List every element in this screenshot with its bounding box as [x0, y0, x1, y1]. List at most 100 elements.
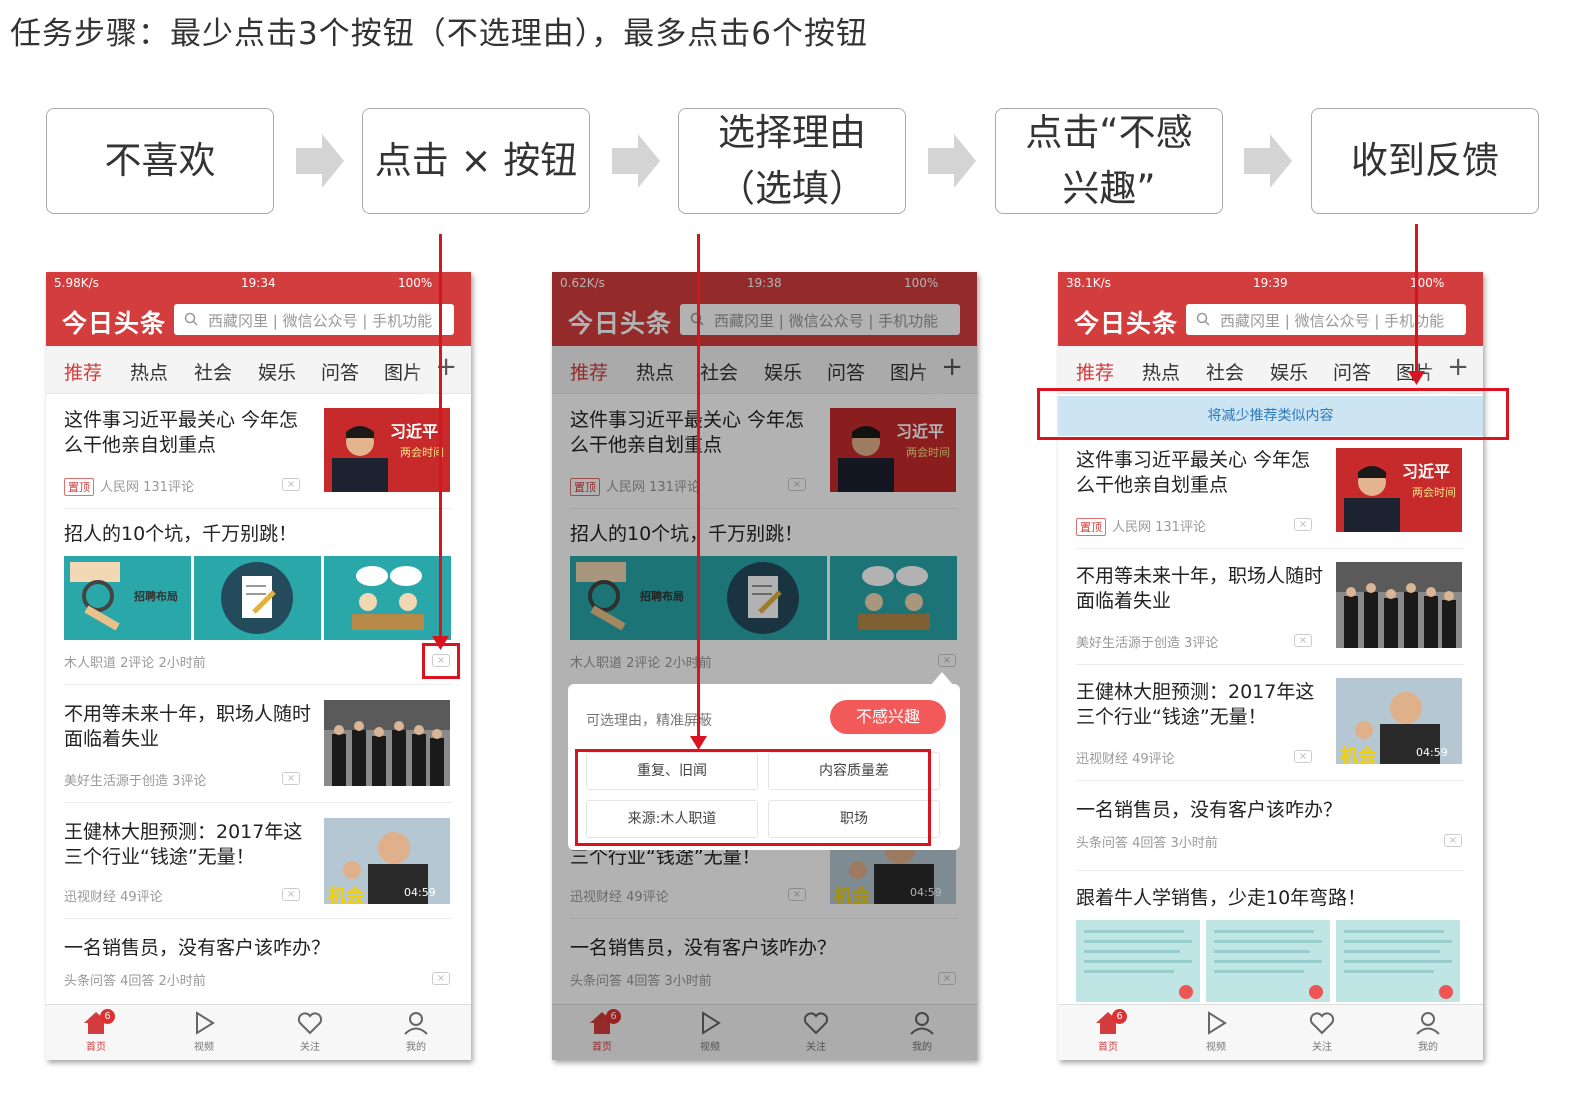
- search-placeholder: 西藏冈里 | 微信公众号 | 手机功能: [1220, 312, 1445, 330]
- article-title[interactable]: 一名销售员，没有客户该咋办？: [64, 936, 424, 961]
- dislike-x-icon[interactable]: ×: [1294, 518, 1312, 531]
- thumbnail-subcaption: 两会时间: [1412, 486, 1456, 499]
- search-bar[interactable]: 西藏冈里 | 微信公众号 | 手机功能: [174, 304, 454, 335]
- dislike-x-icon[interactable]: ×: [282, 772, 300, 785]
- article-image-2: [1206, 920, 1330, 1002]
- article-title[interactable]: 王健林大胆预测：2017年这三个行业“钱途”无量！: [64, 820, 314, 870]
- article-image-1: 招聘布局: [64, 556, 191, 640]
- image-caption: 招聘布局: [134, 590, 178, 603]
- article-image-3: [324, 556, 451, 640]
- not-interested-button[interactable]: 不感兴趣: [830, 700, 946, 734]
- app-header: 今日头条 西藏冈里 | 微信公众号 | 手机功能: [1058, 294, 1483, 346]
- tab-qa[interactable]: 问答: [1333, 358, 1371, 385]
- tab-entertainment[interactable]: 娱乐: [1270, 358, 1308, 385]
- article-meta: 美好生活源于创造 3评论: [64, 774, 207, 789]
- video-thumbnail: 机会 04:59: [1336, 678, 1462, 764]
- annotation-arrow-icon: [1408, 371, 1425, 385]
- step-choose-reason: 选择理由 （选填）: [678, 108, 906, 214]
- hot-badge: 置顶: [1076, 518, 1106, 536]
- article-image-3: [1336, 920, 1460, 1002]
- heart-icon: [297, 1012, 323, 1035]
- search-bar[interactable]: 西藏冈里 | 微信公众号 | 手机功能: [1186, 304, 1466, 335]
- divider: [1076, 780, 1464, 781]
- hot-badge: 置顶: [64, 478, 94, 496]
- app-header: 今日头条 西藏冈里 | 微信公众号 | 手机功能: [46, 294, 471, 346]
- article-title[interactable]: 跟着牛人学销售，少走10年弯路！: [1076, 886, 1464, 911]
- text-card-image: [1076, 920, 1200, 1002]
- heart-icon: [1309, 1012, 1335, 1035]
- article-title[interactable]: 招人的10个坑，千万别跳！: [64, 522, 452, 547]
- step-feedback-label: 收到反馈: [1351, 139, 1499, 182]
- nav-mine[interactable]: 我的: [1398, 1011, 1458, 1053]
- nav-home[interactable]: 6 首页: [1078, 1009, 1138, 1053]
- task-steps-heading: 任务步骤：最少点击3个按钮（不选理由），最多点击6个按钮: [10, 16, 868, 52]
- channel-tabs: 推荐 热点 社会 娱乐 问答 图片 +: [1058, 346, 1483, 394]
- article-meta: 美好生活源于创造 3评论: [1076, 636, 1219, 651]
- article-title[interactable]: 这件事习近平最关心 今年怎么干他亲自划重点: [1076, 448, 1326, 498]
- tab-recommend[interactable]: 推荐: [1076, 358, 1114, 385]
- annotation-line: [1415, 224, 1418, 376]
- article-title[interactable]: 这件事习近平最关心 今年怎么干他亲自划重点: [64, 408, 314, 458]
- dislike-x-icon[interactable]: ×: [432, 972, 450, 985]
- article-image-1: [1076, 920, 1200, 1002]
- reason-hint: 可选理由，精准屏蔽: [586, 713, 712, 729]
- article-meta: 木人职道 2评论 2小时前: [64, 656, 206, 671]
- text-card-image: [1336, 920, 1460, 1002]
- tab-recommend[interactable]: 推荐: [64, 358, 102, 385]
- nav-follow[interactable]: 关注: [1292, 1011, 1352, 1053]
- tab-entertainment[interactable]: 娱乐: [258, 358, 296, 385]
- phone-screen-2: 0.62K/s 19:38 100% 今日头条 西藏冈里 | 微信公众号 | 手…: [552, 272, 977, 1060]
- article-title[interactable]: 不用等未来十年，职场人随时面临着失业: [64, 702, 314, 752]
- article-meta: 头条问答 4回答 2小时前: [64, 974, 206, 989]
- article-thumbnail: 习近平 两会时间: [1336, 448, 1462, 532]
- thumbnail-caption: 习近平: [390, 422, 439, 441]
- nav-video[interactable]: 视频: [174, 1011, 234, 1053]
- tab-society[interactable]: 社会: [1206, 358, 1244, 385]
- meeting-illustration: [324, 556, 451, 640]
- annotation-box-reasons: [575, 749, 931, 846]
- article-meta: 置顶 人民网 131评论: [64, 476, 194, 496]
- tab-hot[interactable]: 热点: [1142, 358, 1180, 385]
- step-not-interested-line1: 点击“不感: [1025, 111, 1193, 154]
- tab-hot[interactable]: 热点: [130, 358, 168, 385]
- dislike-x-icon[interactable]: ×: [1294, 750, 1312, 763]
- step-not-interested: 点击“不感 兴趣”: [995, 108, 1223, 214]
- phone-screen-1: 5.98K/s 19:34 100% 今日头条 西藏冈里 | 微信公众号 | 手…: [46, 272, 471, 1060]
- divider: [1076, 664, 1464, 665]
- status-bar: 38.1K/s 19:39 100%: [1058, 272, 1483, 294]
- dislike-x-icon[interactable]: ×: [1294, 634, 1312, 647]
- tab-qa[interactable]: 问答: [321, 358, 359, 385]
- app-logo: 今日头条: [1074, 309, 1179, 338]
- article-meta: 迅视财经 49评论: [64, 890, 163, 905]
- text-card-image: [1206, 920, 1330, 1002]
- article-title[interactable]: 不用等未来十年，职场人随时面临着失业: [1076, 564, 1326, 614]
- dislike-x-icon[interactable]: ×: [282, 888, 300, 901]
- status-bar: 5.98K/s 19:34 100%: [46, 272, 471, 294]
- article-title[interactable]: 一名销售员，没有客户该咋办？: [1076, 798, 1436, 823]
- article-source: 人民网 131评论: [100, 480, 194, 495]
- popup-pointer-icon: [930, 672, 954, 686]
- annotation-line: [697, 234, 700, 742]
- bottom-nav: 6 首页 视频 关注 我的: [46, 1004, 471, 1060]
- dislike-x-icon[interactable]: ×: [1444, 834, 1462, 847]
- nav-mine[interactable]: 我的: [386, 1011, 446, 1053]
- step-click-x: 点击 × 按钮: [362, 108, 590, 214]
- tab-society[interactable]: 社会: [194, 358, 232, 385]
- status-time: 19:34: [241, 276, 276, 290]
- dislike-x-icon[interactable]: ×: [282, 478, 300, 491]
- dim-overlay[interactable]: [552, 272, 977, 1060]
- divider: [64, 508, 452, 509]
- nav-home[interactable]: 6 首页: [66, 1009, 126, 1053]
- nav-home-label: 首页: [86, 1042, 106, 1053]
- add-channel-icon[interactable]: +: [1447, 352, 1469, 382]
- play-icon: [196, 1011, 215, 1035]
- step-click-x-label: 点击 × 按钮: [374, 139, 578, 182]
- status-time: 19:39: [1253, 276, 1288, 290]
- nav-follow[interactable]: 关注: [280, 1011, 340, 1053]
- nav-video[interactable]: 视频: [1186, 1011, 1246, 1053]
- article-title[interactable]: 王健林大胆预测：2017年这三个行业“钱途”无量！: [1076, 680, 1326, 730]
- annotation-line: [439, 234, 442, 642]
- business-people-image: [1336, 562, 1462, 648]
- step-arrow-icon: [1244, 134, 1292, 188]
- step-feedback: 收到反馈: [1311, 108, 1539, 214]
